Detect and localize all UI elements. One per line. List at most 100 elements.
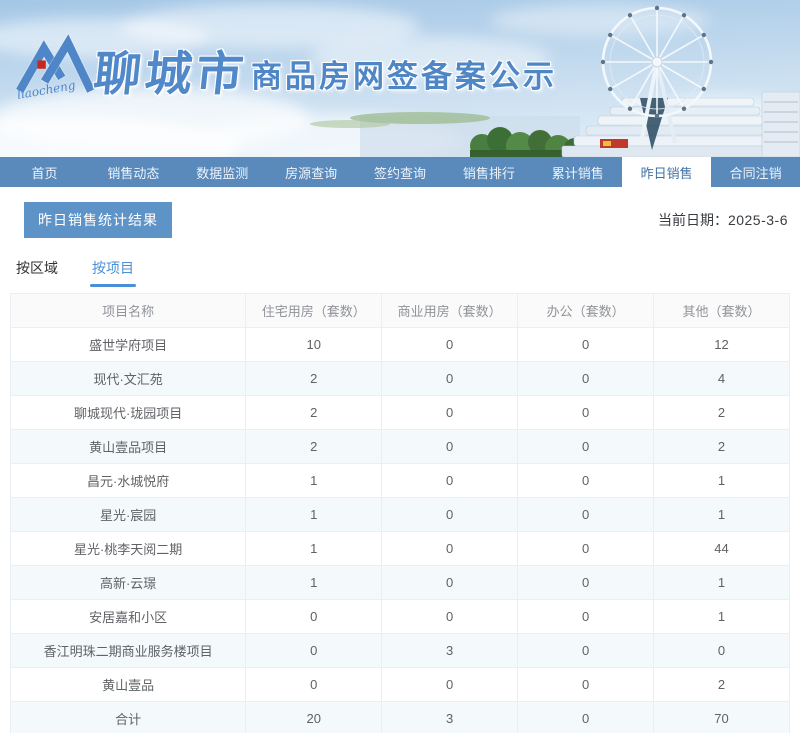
- count-cell: 0: [382, 532, 518, 566]
- table-row: 高新·云璟1001: [11, 566, 790, 600]
- count-cell: 0: [382, 498, 518, 532]
- count-cell: 0: [382, 600, 518, 634]
- view-tab-1[interactable]: 按项目: [90, 258, 136, 287]
- count-cell: 1: [246, 532, 382, 566]
- count-cell: 12: [654, 328, 790, 362]
- count-cell: 0: [518, 430, 654, 464]
- page: liaocheng 聊城市 商品房网签备案公示 首页销售动态数据监测房源查询签约…: [0, 0, 800, 733]
- table-row: 香江明珠二期商业服务楼项目0300: [11, 634, 790, 668]
- table-row: 安居嘉和小区0001: [11, 600, 790, 634]
- count-cell: 3: [382, 634, 518, 668]
- count-cell: 0: [382, 464, 518, 498]
- current-date: 当前日期：2025-3-6: [658, 210, 788, 230]
- count-cell: 0: [246, 634, 382, 668]
- nav-item-8[interactable]: 合同注销: [711, 157, 800, 187]
- section-head: 昨日销售统计结果 当前日期：2025-3-6: [10, 202, 790, 238]
- site-header: liaocheng 聊城市 商品房网签备案公示: [0, 0, 800, 157]
- current-date-label: 当前日期：: [658, 212, 728, 228]
- table-row: 黄山壹品项目2002: [11, 430, 790, 464]
- project-name-cell: 香江明珠二期商业服务楼项目: [11, 634, 246, 668]
- nav-item-4[interactable]: 签约查询: [356, 157, 445, 187]
- nav-item-5[interactable]: 销售排行: [444, 157, 533, 187]
- count-cell: 1: [654, 464, 790, 498]
- count-cell: 20: [246, 702, 382, 733]
- count-cell: 1: [654, 566, 790, 600]
- view-tab-0[interactable]: 按区域: [14, 258, 60, 287]
- count-cell: 0: [382, 566, 518, 600]
- count-cell: 1: [654, 498, 790, 532]
- count-cell: 0: [518, 328, 654, 362]
- project-name-cell: 黄山壹品: [11, 668, 246, 702]
- content: 昨日销售统计结果 当前日期：2025-3-6 按区域 按项目 项目名称住宅用房（套…: [0, 202, 800, 733]
- count-cell: 0: [518, 702, 654, 733]
- project-name-cell: 黄山壹品项目: [11, 430, 246, 464]
- nav-item-7[interactable]: 昨日销售: [622, 157, 711, 187]
- project-name-cell: 安居嘉和小区: [11, 600, 246, 634]
- table-row: 聊城现代·珑园项目2002: [11, 396, 790, 430]
- count-cell: 0: [518, 668, 654, 702]
- project-name-cell: 盛世学府项目: [11, 328, 246, 362]
- project-name-cell: 高新·云璟: [11, 566, 246, 600]
- count-cell: 0: [518, 566, 654, 600]
- count-cell: 0: [518, 498, 654, 532]
- site-title: 商品房网签备案公示: [251, 61, 557, 92]
- table-row: 星光·桃李天阅二期10044: [11, 532, 790, 566]
- count-cell: 0: [518, 464, 654, 498]
- result-tabs: 按区域 按项目: [14, 258, 790, 287]
- project-name-cell: 昌元·水城悦府: [11, 464, 246, 498]
- nav-item-6[interactable]: 累计销售: [533, 157, 622, 187]
- current-date-value: 2025-3-6: [728, 212, 788, 228]
- nav-item-3[interactable]: 房源查询: [267, 157, 356, 187]
- city-name: 聊城市: [92, 51, 250, 98]
- count-cell: 0: [518, 396, 654, 430]
- count-cell: 1: [246, 498, 382, 532]
- count-cell: 44: [654, 532, 790, 566]
- project-name-cell: 星光·桃李天阅二期: [11, 532, 246, 566]
- table-row: 星光·宸园1001: [11, 498, 790, 532]
- count-cell: 0: [518, 634, 654, 668]
- count-cell: 1: [654, 600, 790, 634]
- count-cell: 3: [382, 702, 518, 733]
- count-cell: 0: [518, 600, 654, 634]
- project-name-cell: 聊城现代·珑园项目: [11, 396, 246, 430]
- column-header: 商业用房（套数）: [382, 294, 518, 328]
- count-cell: 0: [382, 328, 518, 362]
- count-cell: 4: [654, 362, 790, 396]
- table-row: 现代·文汇苑2004: [11, 362, 790, 396]
- table-header-row: 项目名称住宅用房（套数）商业用房（套数）办公（套数）其他（套数）: [11, 294, 790, 328]
- count-cell: 0: [246, 600, 382, 634]
- column-header: 办公（套数）: [518, 294, 654, 328]
- count-cell: 0: [382, 396, 518, 430]
- count-cell: 1: [246, 566, 382, 600]
- column-header: 住宅用房（套数）: [246, 294, 382, 328]
- count-cell: 0: [382, 668, 518, 702]
- count-cell: 2: [246, 396, 382, 430]
- count-cell: 2: [654, 668, 790, 702]
- nav-item-1[interactable]: 销售动态: [89, 157, 178, 187]
- count-cell: 1: [246, 464, 382, 498]
- main-nav: 首页销售动态数据监测房源查询签约查询销售排行累计销售昨日销售合同注销: [0, 157, 800, 187]
- table-row: 昌元·水城悦府1001: [11, 464, 790, 498]
- brand: liaocheng 聊城市 商品房网签备案公示: [16, 30, 557, 102]
- nav-item-2[interactable]: 数据监测: [178, 157, 267, 187]
- table-body: 盛世学府项目100012现代·文汇苑2004聊城现代·珑园项目2002黄山壹品项…: [11, 328, 790, 733]
- table-row: 盛世学府项目100012: [11, 328, 790, 362]
- count-cell: 0: [382, 430, 518, 464]
- count-cell: 2: [246, 430, 382, 464]
- table-row: 合计203070: [11, 702, 790, 733]
- count-cell: 0: [246, 668, 382, 702]
- count-cell: 0: [654, 634, 790, 668]
- liaocheng-logo-icon: liaocheng: [16, 30, 94, 102]
- count-cell: 0: [518, 532, 654, 566]
- table-row: 黄山壹品0002: [11, 668, 790, 702]
- section-title-badge: 昨日销售统计结果: [24, 202, 172, 238]
- count-cell: 2: [246, 362, 382, 396]
- sales-stats-table: 项目名称住宅用房（套数）商业用房（套数）办公（套数）其他（套数） 盛世学府项目1…: [10, 293, 790, 733]
- project-name-cell: 合计: [11, 702, 246, 733]
- column-header: 其他（套数）: [654, 294, 790, 328]
- project-name-cell: 现代·文汇苑: [11, 362, 246, 396]
- count-cell: 2: [654, 430, 790, 464]
- count-cell: 0: [518, 362, 654, 396]
- nav-item-0[interactable]: 首页: [0, 157, 89, 187]
- count-cell: 0: [382, 362, 518, 396]
